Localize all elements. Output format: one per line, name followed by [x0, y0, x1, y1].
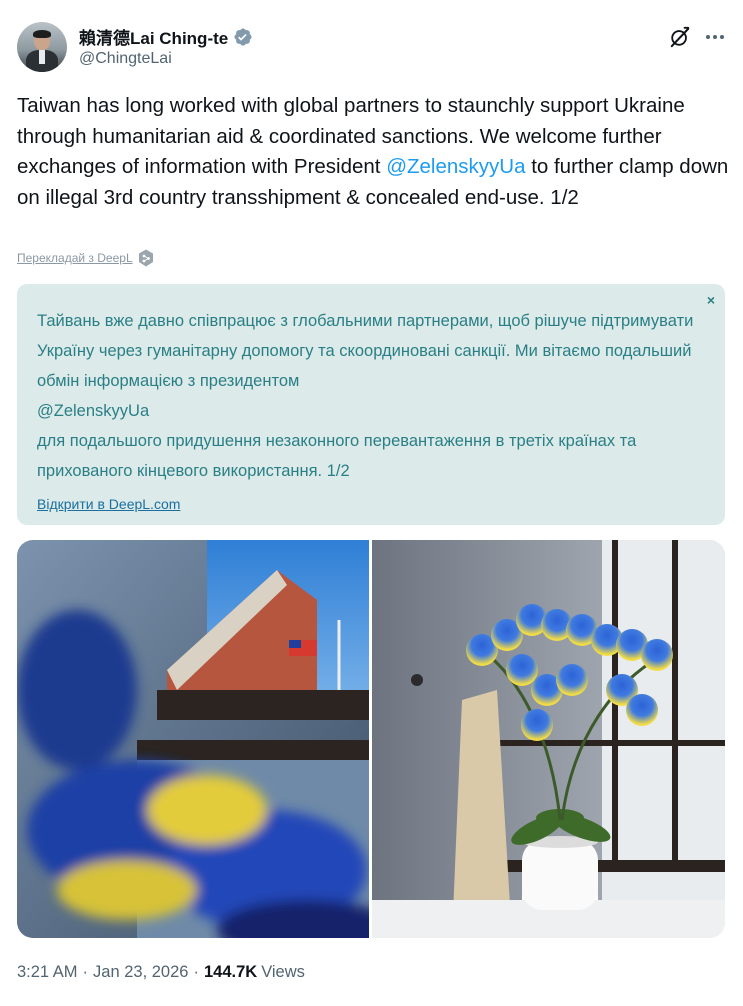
more-options-icon[interactable]	[703, 25, 727, 49]
photo-window-flag[interactable]	[17, 540, 369, 938]
author-display-name[interactable]: 賴清德Lai Ching-te	[79, 24, 228, 49]
verified-badge-icon[interactable]	[233, 27, 253, 47]
close-icon[interactable]: ×	[707, 292, 715, 308]
open-deepl-link[interactable]: Відкрити в DeepL.com	[37, 496, 180, 512]
deepl-icon	[138, 249, 153, 267]
tweet-meta: 3:21 AM · Jan 23, 2026 · 144.7K Views	[17, 963, 305, 982]
tweet-header: 賴清德Lai Ching-te @ChingteLai	[17, 22, 729, 74]
meta-separator: ·	[82, 963, 89, 981]
translation-panel: × Тайвань вже давно співпрацює з глобаль…	[17, 284, 725, 525]
tweet-date[interactable]: Jan 23, 2026	[93, 963, 188, 982]
author-avatar[interactable]	[17, 22, 67, 72]
avatar-shirt	[39, 50, 45, 64]
name-row: 賴清德Lai Ching-te	[79, 24, 253, 49]
translation-text: Тайвань вже давно співпрацює з глобальни…	[37, 312, 694, 480]
photo-orchid[interactable]	[372, 540, 725, 938]
mention-link[interactable]: @ZelenskyyUa	[386, 155, 525, 178]
meta-separator: ·	[193, 963, 199, 981]
media-grid	[17, 540, 725, 938]
views-count: 144.7K	[203, 963, 258, 981]
grok-icon[interactable]	[669, 26, 691, 48]
translate-link[interactable]: Перекладай з DeepL	[17, 249, 154, 267]
translate-link-label[interactable]: Перекладай з DeepL	[17, 251, 133, 265]
tweet-time[interactable]: 3:21 AM	[17, 963, 78, 982]
tweet-text: Taiwan has long worked with global partn…	[17, 91, 729, 213]
views-label: Views	[261, 963, 305, 981]
author-handle[interactable]: @ChingteLai	[79, 50, 172, 68]
avatar-hair	[33, 30, 51, 38]
